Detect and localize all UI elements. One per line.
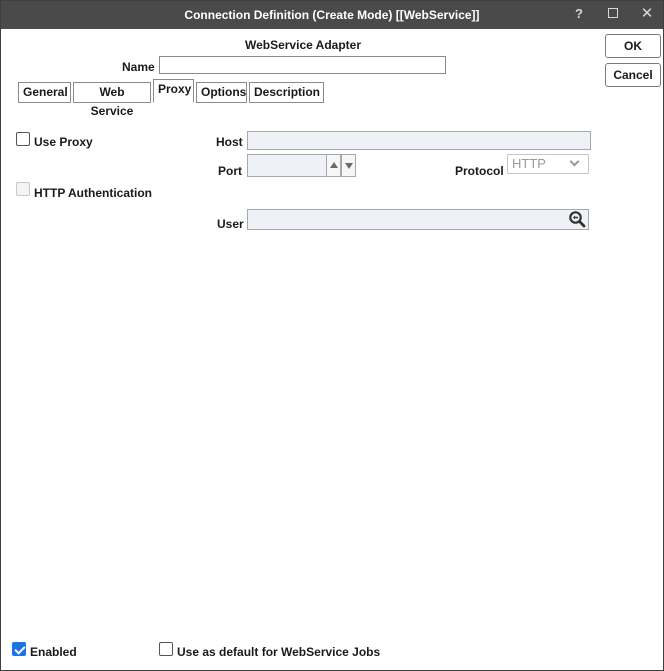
port-decrement-button[interactable]: [341, 154, 356, 177]
use-proxy-label: Use Proxy: [34, 135, 93, 149]
title-bar[interactable]: Connection Definition (Create Mode) [[We…: [1, 1, 663, 29]
name-input[interactable]: [159, 56, 446, 74]
default-webservice-checkbox[interactable]: [159, 642, 173, 656]
tab-general[interactable]: General: [18, 82, 71, 103]
name-label: Name: [122, 60, 155, 74]
help-icon[interactable]: ?: [570, 5, 588, 23]
host-label: Host: [216, 135, 243, 149]
port-input[interactable]: [247, 154, 327, 177]
cancel-button[interactable]: Cancel: [605, 63, 661, 87]
host-input[interactable]: [247, 131, 591, 150]
enabled-checkbox[interactable]: [12, 642, 26, 656]
use-proxy-checkbox[interactable]: [16, 132, 30, 146]
tab-proxy[interactable]: Proxy: [153, 79, 194, 103]
window-title: Connection Definition (Create Mode) [[We…: [184, 8, 480, 22]
connection-definition-dialog: Connection Definition (Create Mode) [[We…: [0, 0, 664, 671]
port-label: Port: [218, 164, 242, 178]
tab-web-service[interactable]: Web Service: [73, 82, 151, 118]
adapter-title: WebService Adapter: [244, 38, 362, 52]
user-label: User: [217, 217, 244, 231]
protocol-select[interactable]: HTTP: [507, 154, 589, 174]
ok-button[interactable]: OK: [605, 34, 661, 58]
user-input[interactable]: [247, 209, 589, 230]
default-webservice-label: Use as default for WebService Jobs: [177, 645, 381, 659]
http-auth-label: HTTP Authentication: [34, 186, 152, 200]
maximize-icon[interactable]: [604, 5, 622, 23]
port-increment-button[interactable]: [326, 154, 341, 177]
enabled-label: Enabled: [30, 645, 77, 659]
protocol-value: HTTP: [512, 156, 546, 171]
chevron-down-icon: [569, 156, 580, 167]
tab-options[interactable]: Options: [196, 82, 247, 103]
search-icon[interactable]: [568, 210, 586, 228]
tab-description[interactable]: Description: [249, 82, 324, 103]
protocol-label: Protocol: [455, 164, 504, 178]
http-auth-checkbox[interactable]: [16, 182, 30, 196]
close-icon[interactable]: ✕: [638, 5, 656, 23]
